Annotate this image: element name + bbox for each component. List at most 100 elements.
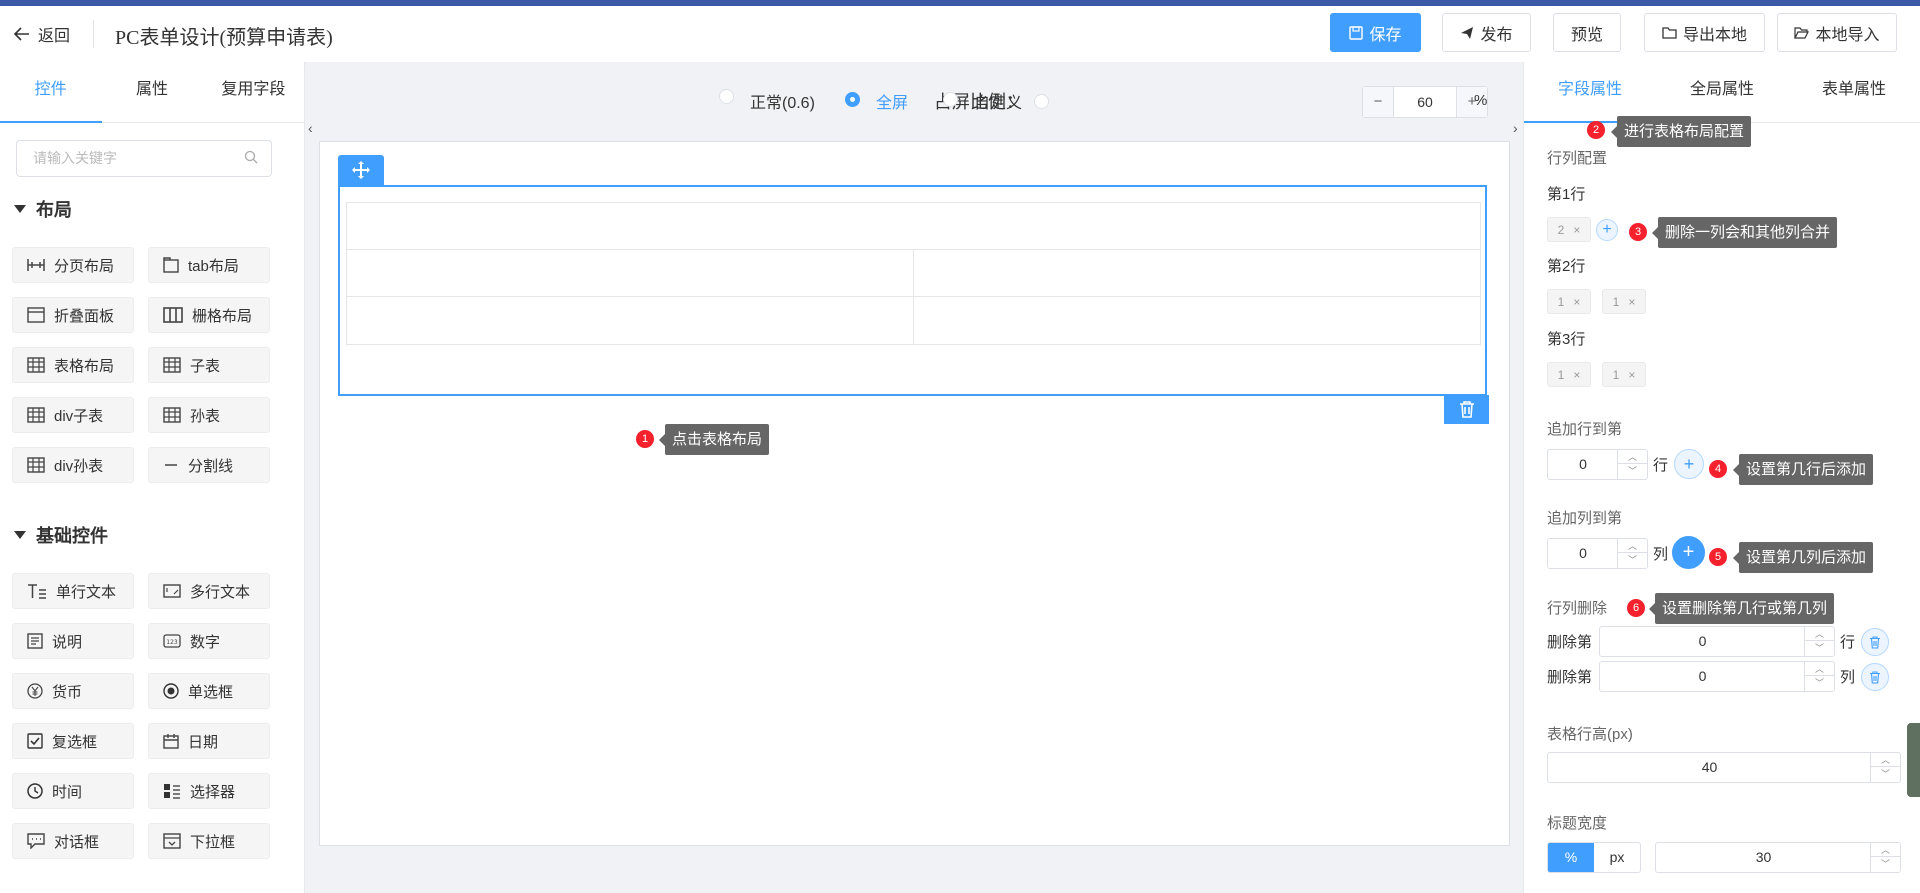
zoom-decrease-button[interactable]: − — [1363, 87, 1393, 117]
spinner[interactable]: ︿ ﹀ — [1870, 753, 1900, 782]
widget-currency[interactable]: 货币 — [12, 673, 134, 709]
spinner[interactable]: ︿ ﹀ — [1804, 662, 1834, 691]
column-tag[interactable]: 1 × — [1602, 362, 1646, 387]
arrow-up-icon[interactable]: ︿ — [1871, 753, 1900, 767]
ratio-option-custom-label[interactable]: 自定义 — [974, 89, 1022, 113]
chevron-left-icon[interactable]: ‹ — [308, 120, 322, 136]
chevron-right-icon[interactable]: › — [1513, 120, 1518, 136]
arrow-up-icon[interactable]: ︿ — [1805, 627, 1834, 641]
ratio-option-normal[interactable] — [1034, 93, 1063, 109]
widget-selector[interactable]: 选择器 — [148, 773, 270, 809]
zoom-value[interactable]: 60 — [1393, 87, 1457, 117]
delete-row-button[interactable] — [1861, 628, 1889, 656]
widget-grandchild-table[interactable]: 孙表 — [148, 397, 270, 433]
widget-date[interactable]: 日期 — [148, 723, 270, 759]
arrow-up-icon[interactable]: ︿ — [1871, 843, 1900, 857]
ratio-option-fullscreen-label[interactable]: 全屏 — [876, 89, 908, 113]
search-icon[interactable] — [244, 150, 258, 164]
tag-close-icon[interactable]: × — [1573, 368, 1580, 382]
arrow-down-icon[interactable]: ﹀ — [1805, 676, 1834, 690]
form-canvas[interactable] — [319, 141, 1510, 846]
publish-button[interactable]: 发布 — [1442, 13, 1531, 52]
widget-description[interactable]: 说明 — [12, 623, 134, 659]
table-cell[interactable] — [913, 296, 1481, 345]
import-button[interactable]: 本地导入 — [1777, 13, 1897, 52]
title-width-unit-toggle[interactable]: % px — [1547, 842, 1641, 873]
tab-reuse-fields[interactable]: 复用字段 — [203, 62, 304, 122]
tab-field-properties[interactable]: 字段属性 — [1524, 62, 1656, 122]
move-handle[interactable] — [338, 155, 384, 185]
arrow-down-icon[interactable]: ﹀ — [1871, 857, 1900, 871]
export-button[interactable]: 导出本地 — [1644, 13, 1765, 52]
widget-time[interactable]: 时间 — [12, 773, 134, 809]
widget-div-subtable[interactable]: div子表 — [12, 397, 134, 433]
tab-global-properties[interactable]: 全局属性 — [1656, 62, 1788, 122]
table-cell[interactable] — [346, 296, 914, 345]
add-column-button[interactable]: + — [1596, 219, 1618, 241]
unit-px-option[interactable]: px — [1594, 843, 1640, 872]
tag-close-icon[interactable]: × — [1628, 295, 1635, 309]
widget-divider[interactable]: 分割线 — [148, 447, 270, 483]
arrow-up-icon[interactable]: ︿ — [1618, 450, 1647, 464]
table-cell[interactable] — [346, 249, 914, 297]
back-button[interactable]: 返回 — [14, 22, 70, 46]
widget-checkbox[interactable]: 复选框 — [12, 723, 134, 759]
add-col-input[interactable]: 0 ︿ ﹀ — [1547, 538, 1648, 569]
spinner[interactable]: ︿ ﹀ — [1804, 627, 1834, 656]
widget-dialog[interactable]: 对话框 — [12, 823, 134, 859]
widget-radio[interactable]: 单选框 — [148, 673, 270, 709]
floating-scroll-handle[interactable] — [1907, 723, 1920, 797]
widget-number[interactable]: 123 数字 — [148, 623, 270, 659]
add-row-value[interactable]: 0 — [1548, 450, 1618, 479]
widget-collapse-panel[interactable]: 折叠面板 — [12, 297, 134, 333]
spinner[interactable]: ︿ ﹀ — [1870, 843, 1900, 872]
add-row-button[interactable]: + — [1674, 449, 1704, 479]
arrow-down-icon[interactable]: ﹀ — [1618, 464, 1647, 478]
widget-div-grandchild-table[interactable]: div孙表 — [12, 447, 134, 483]
arrow-down-icon[interactable]: ﹀ — [1871, 767, 1900, 781]
delete-row-value[interactable]: 0 — [1600, 627, 1805, 656]
widget-subtable[interactable]: 子表 — [148, 347, 270, 383]
widget-page-layout[interactable]: 分页布局 — [12, 247, 134, 283]
widget-grid-layout[interactable]: 栅格布局 — [148, 297, 270, 333]
column-tag[interactable]: 1 × — [1547, 289, 1591, 314]
search-input[interactable]: 请输入关键字 — [16, 140, 272, 177]
preview-button[interactable]: 预览 — [1553, 13, 1621, 52]
delete-col-button[interactable] — [1861, 663, 1889, 691]
column-tag[interactable]: 2 × — [1547, 217, 1591, 242]
delete-col-value[interactable]: 0 — [1600, 662, 1805, 691]
arrow-down-icon[interactable]: ﹀ — [1618, 553, 1647, 567]
add-col-button[interactable]: + — [1672, 536, 1705, 569]
widget-single-line-text[interactable]: 单行文本 — [12, 573, 134, 609]
radio-fullscreen[interactable] — [845, 92, 860, 107]
widget-dropdown[interactable]: 下拉框 — [148, 823, 270, 859]
widget-table-layout[interactable]: 表格布局 — [12, 347, 134, 383]
tab-form-properties[interactable]: 表单属性 — [1788, 62, 1920, 122]
table-cell[interactable] — [913, 249, 1481, 297]
delete-widget-button[interactable] — [1444, 395, 1489, 424]
add-col-value[interactable]: 0 — [1548, 539, 1618, 568]
tag-close-icon[interactable]: × — [1573, 223, 1580, 237]
tab-attributes[interactable]: 属性 — [101, 62, 202, 122]
spinner[interactable]: ︿ ﹀ — [1617, 539, 1647, 568]
zoom-stepper[interactable]: − 60 + — [1362, 86, 1488, 118]
widget-tab-layout[interactable]: tab布局 — [148, 247, 270, 283]
add-row-input[interactable]: 0 ︿ ﹀ — [1547, 449, 1648, 480]
section-basic[interactable]: 基础控件 — [14, 522, 108, 548]
save-button[interactable]: 保存 — [1330, 13, 1421, 52]
table-cell[interactable] — [346, 202, 1481, 250]
radio-normal[interactable] — [719, 89, 734, 104]
title-width-input[interactable]: 30 ︿ ﹀ — [1655, 842, 1901, 873]
column-tag[interactable]: 1 × — [1547, 362, 1591, 387]
arrow-up-icon[interactable]: ︿ — [1618, 539, 1647, 553]
row-height-input[interactable]: 40 ︿ ﹀ — [1547, 752, 1901, 783]
title-width-value[interactable]: 30 — [1656, 843, 1871, 872]
arrow-up-icon[interactable]: ︿ — [1805, 662, 1834, 676]
delete-row-input[interactable]: 0 ︿ ﹀ — [1599, 626, 1835, 657]
tab-controls[interactable]: 控件 — [0, 62, 101, 122]
section-layout[interactable]: 布局 — [14, 196, 72, 222]
table-layout-widget[interactable] — [338, 185, 1487, 396]
widget-multi-line-text[interactable]: 多行文本 — [148, 573, 270, 609]
tag-close-icon[interactable]: × — [1573, 295, 1580, 309]
tag-close-icon[interactable]: × — [1628, 368, 1635, 382]
